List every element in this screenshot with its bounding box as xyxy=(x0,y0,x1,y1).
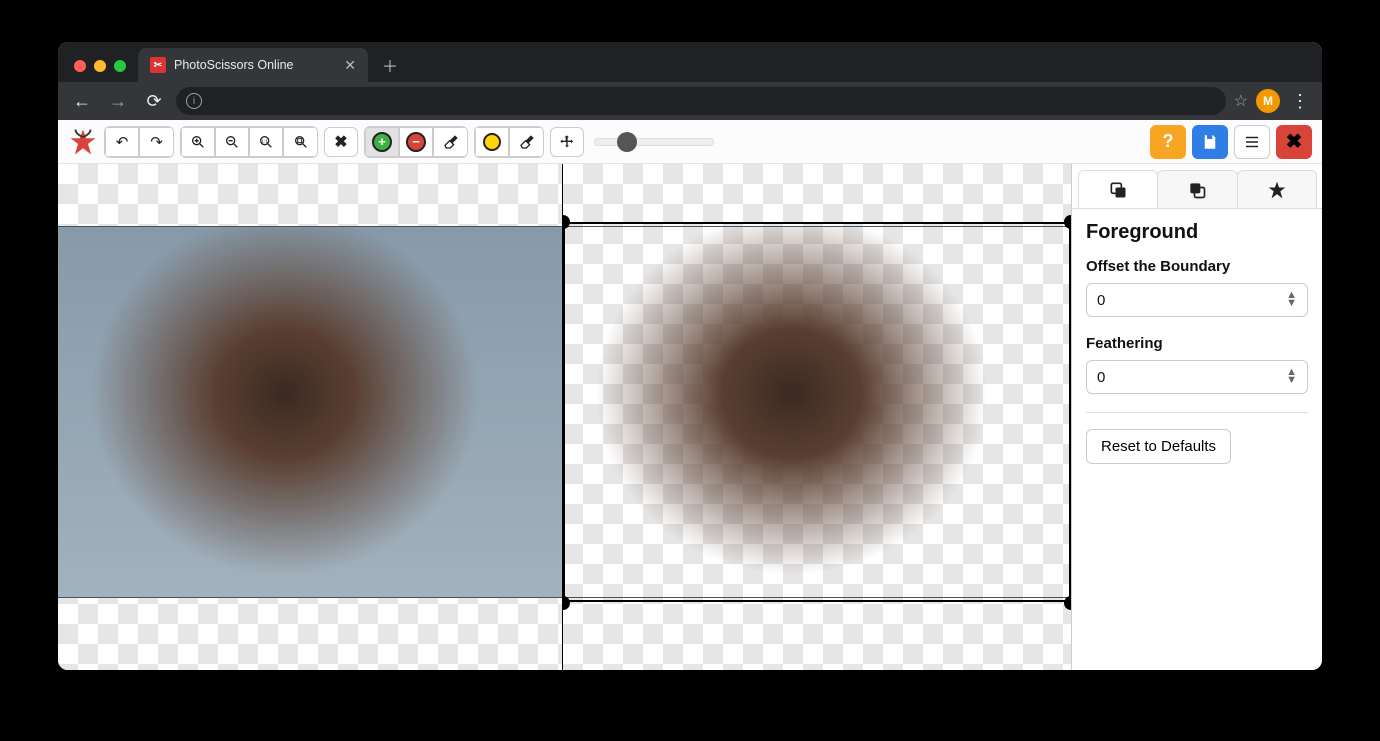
separator xyxy=(1086,412,1308,413)
feathering-label: Feathering xyxy=(1086,335,1308,352)
background-marker-button[interactable] xyxy=(399,127,433,157)
zoom-actual-button[interactable]: 1:1 xyxy=(249,127,283,157)
crop-handle-top-right[interactable] xyxy=(1064,215,1072,229)
browser-window: ✂ PhotoScissors Online ✕ ＋ ← → ⟳ i ☆ M ⋮… xyxy=(58,42,1322,670)
sidebar-tabs xyxy=(1072,164,1322,209)
tab-title: PhotoScissors Online xyxy=(174,58,336,72)
save-button[interactable] xyxy=(1192,125,1228,159)
new-tab-button[interactable]: ＋ xyxy=(376,51,404,79)
forward-button[interactable]: → xyxy=(104,87,132,115)
eraser-marker-button[interactable] xyxy=(433,127,467,157)
zoom-group: 1:1 xyxy=(180,126,318,158)
result-pane[interactable] xyxy=(563,164,1072,670)
zoom-in-button[interactable] xyxy=(181,127,215,157)
offset-value: 0 xyxy=(1097,292,1105,309)
undo-button[interactable]: ↶ xyxy=(105,127,139,157)
mark-group xyxy=(364,126,468,158)
offset-stepper[interactable]: ▲▼ xyxy=(1286,292,1297,307)
hair-marker-button[interactable] xyxy=(475,127,509,157)
address-bar: ← → ⟳ i ☆ M ⋮ xyxy=(58,82,1322,120)
redo-button[interactable]: ↷ xyxy=(139,127,173,157)
close-app-button[interactable]: ✖ xyxy=(1276,125,1312,159)
panel-title: Foreground xyxy=(1086,221,1308,244)
tab-effects[interactable] xyxy=(1237,170,1317,208)
editor-content: Foreground Offset the Boundary 0 ▲▼ Feat… xyxy=(58,164,1322,670)
hamburger-menu-button[interactable] xyxy=(1234,125,1270,159)
window-controls xyxy=(74,60,126,72)
crop-handle-bottom-right[interactable] xyxy=(1064,596,1072,610)
tab-background[interactable] xyxy=(1157,170,1237,208)
slider-knob[interactable] xyxy=(617,132,637,152)
omnibox[interactable]: i xyxy=(176,87,1226,115)
zoom-out-button[interactable] xyxy=(215,127,249,157)
feathering-field: Feathering 0 ▲▼ xyxy=(1086,335,1308,394)
reset-defaults-button[interactable]: Reset to Defaults xyxy=(1086,429,1231,464)
undo-redo-group: ↶ ↷ xyxy=(104,126,174,158)
source-image xyxy=(58,226,562,598)
tab-foreground[interactable] xyxy=(1078,170,1158,208)
hair-group xyxy=(474,126,544,158)
move-tool-button[interactable] xyxy=(550,127,584,157)
minimize-window-button[interactable] xyxy=(94,60,106,72)
reload-button[interactable]: ⟳ xyxy=(140,87,168,115)
app-toolbar: ↶ ↷ 1:1 ? ✖ xyxy=(58,120,1322,164)
tab-favicon: ✂ xyxy=(150,57,166,73)
site-info-icon[interactable]: i xyxy=(186,93,202,109)
browser-tab[interactable]: ✂ PhotoScissors Online ✕ xyxy=(138,48,368,82)
offset-input[interactable]: 0 ▲▼ xyxy=(1086,283,1308,317)
profile-avatar[interactable]: M xyxy=(1256,89,1280,113)
close-tab-icon[interactable]: ✕ xyxy=(344,58,356,72)
app-logo xyxy=(68,127,98,157)
browser-menu-icon[interactable]: ⋮ xyxy=(1288,91,1312,112)
foreground-marker-button[interactable] xyxy=(365,127,399,157)
feathering-value: 0 xyxy=(1097,369,1105,386)
zoom-fit-button[interactable] xyxy=(283,127,317,157)
panel-body: Foreground Offset the Boundary 0 ▲▼ Feat… xyxy=(1072,209,1322,476)
feathering-input[interactable]: 0 ▲▼ xyxy=(1086,360,1308,394)
back-button[interactable]: ← xyxy=(68,87,96,115)
crop-frame[interactable] xyxy=(563,222,1071,602)
bookmark-star-icon[interactable]: ☆ xyxy=(1234,91,1248,111)
hair-eraser-button[interactable] xyxy=(509,127,543,157)
brush-size-slider[interactable] xyxy=(594,138,714,146)
offset-field: Offset the Boundary 0 ▲▼ xyxy=(1086,258,1308,317)
source-pane[interactable] xyxy=(58,164,563,670)
fullscreen-window-button[interactable] xyxy=(114,60,126,72)
help-button[interactable]: ? xyxy=(1150,125,1186,159)
browser-chrome: ✂ PhotoScissors Online ✕ ＋ ← → ⟳ i ☆ M ⋮ xyxy=(58,42,1322,120)
clear-marks-button[interactable] xyxy=(324,127,358,157)
svg-text:1:1: 1:1 xyxy=(261,138,268,143)
tab-strip: ✂ PhotoScissors Online ✕ ＋ xyxy=(58,42,1322,82)
close-window-button[interactable] xyxy=(74,60,86,72)
offset-label: Offset the Boundary xyxy=(1086,258,1308,275)
properties-sidebar: Foreground Offset the Boundary 0 ▲▼ Feat… xyxy=(1072,164,1322,670)
feathering-stepper[interactable]: ▲▼ xyxy=(1286,369,1297,384)
